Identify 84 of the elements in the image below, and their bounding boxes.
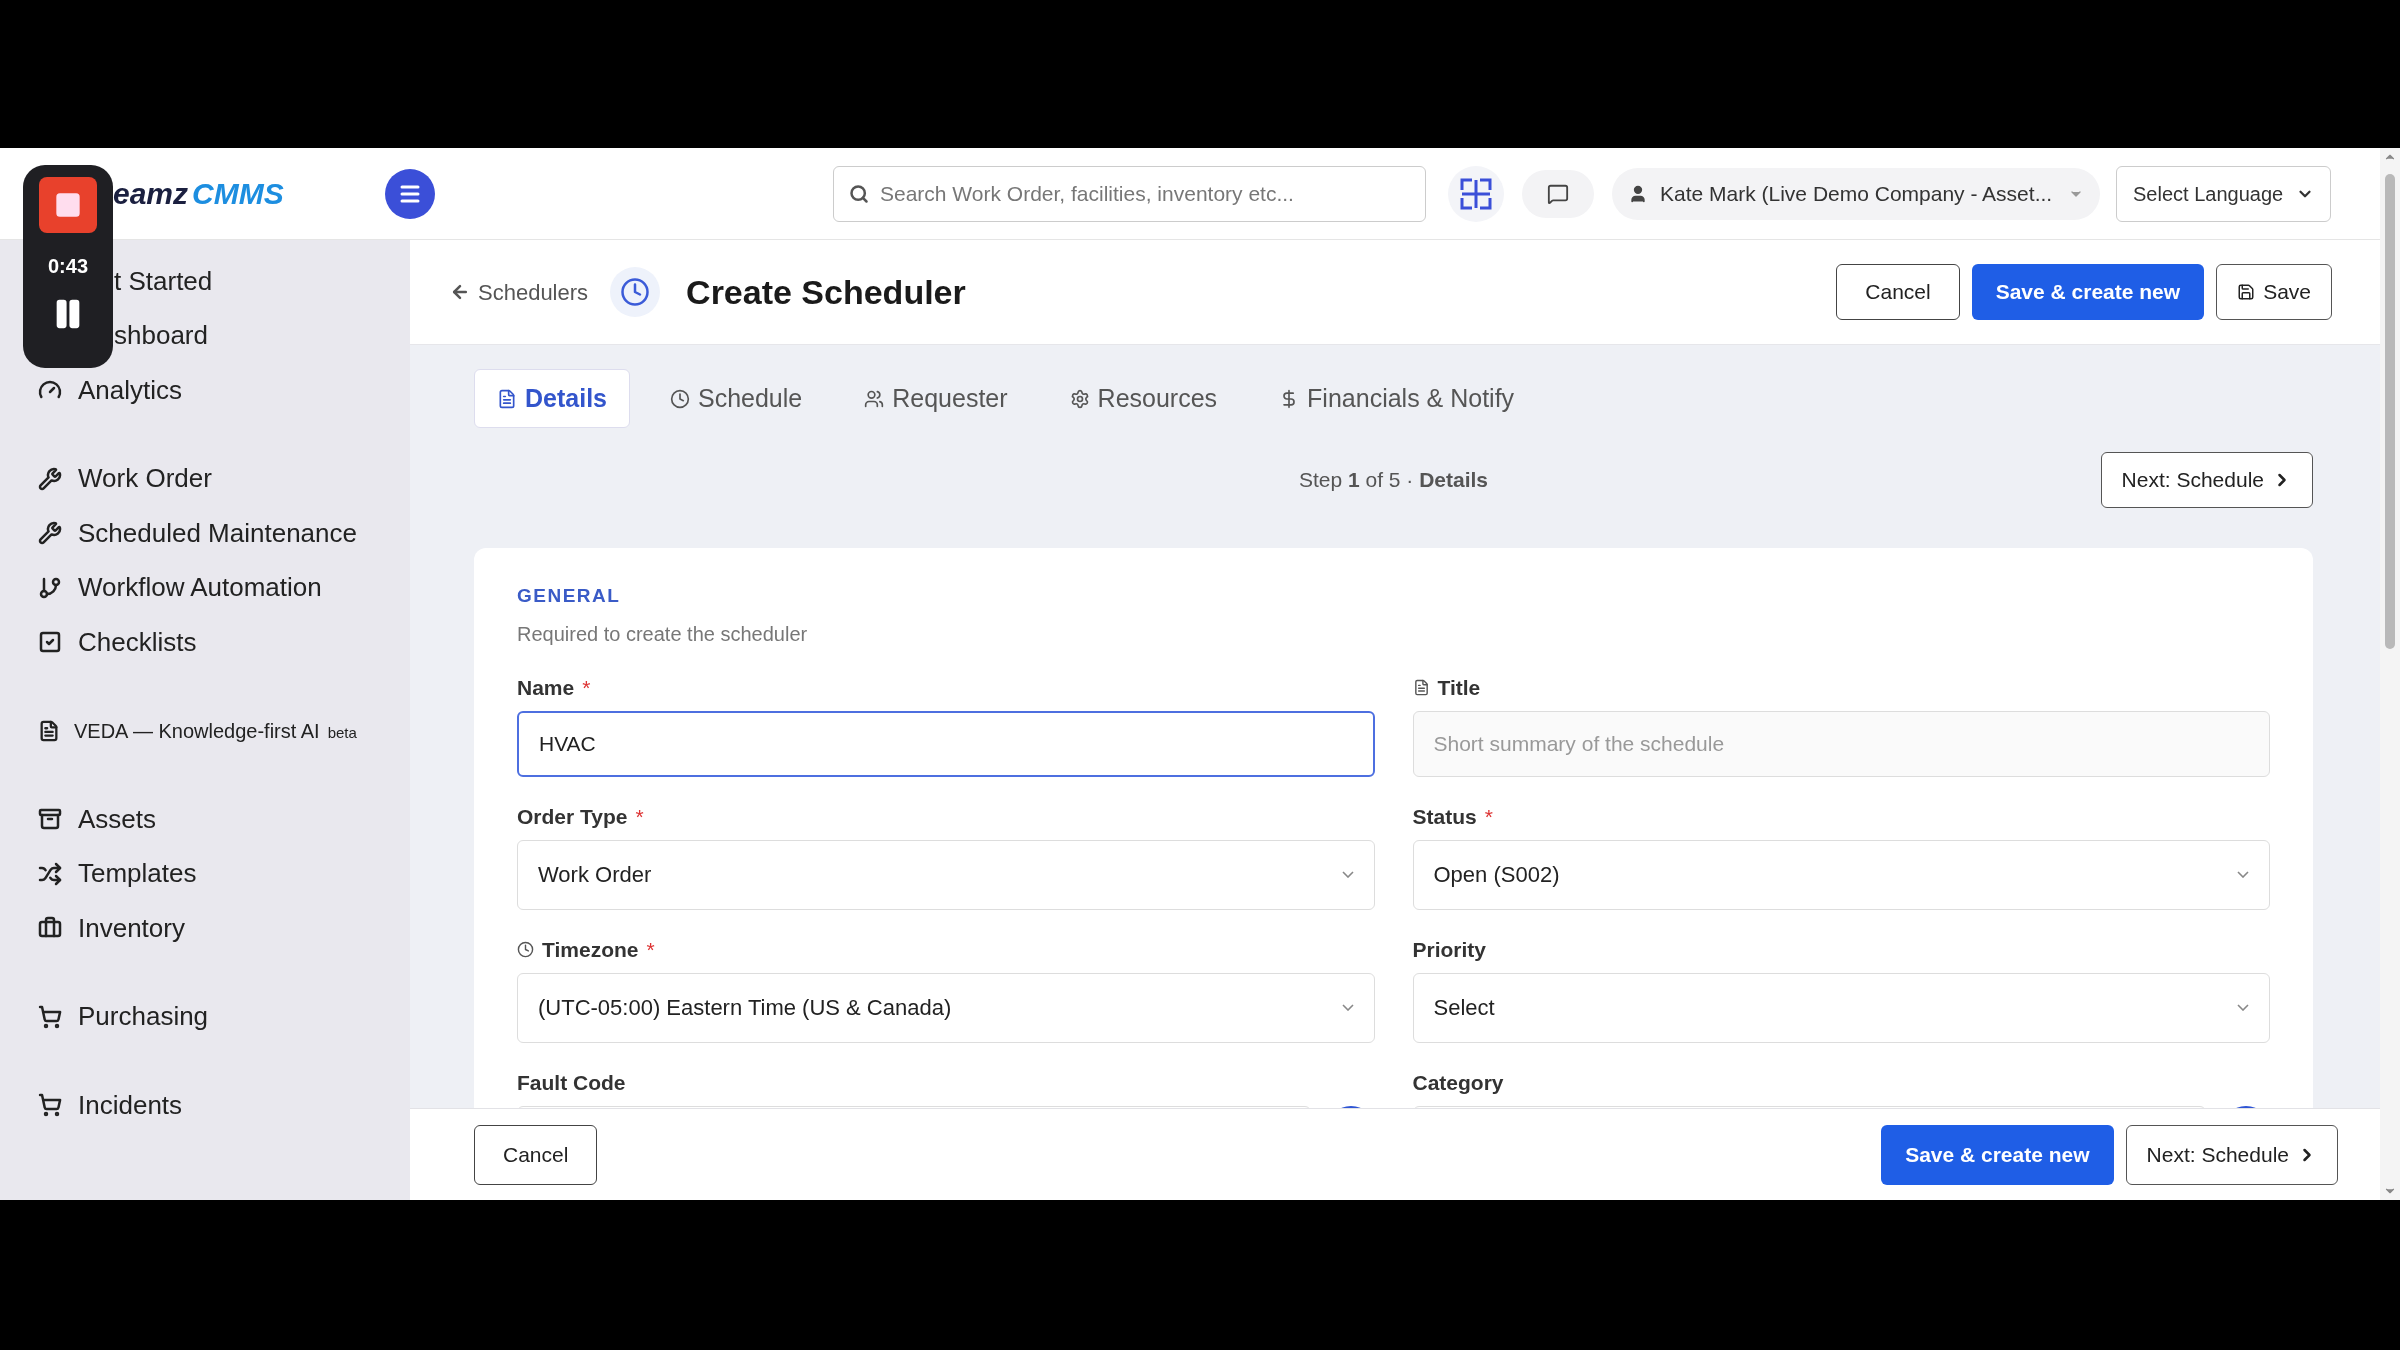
sidebar-item[interactable]: shboard [114, 316, 208, 356]
stop-icon [54, 191, 82, 219]
next-button[interactable]: Next: Schedule [2100, 452, 2313, 508]
save-and-new-button[interactable]: Save & create new [1881, 1124, 2114, 1185]
search-field[interactable]: Search Work Order, facilities, inventory etc... [833, 165, 1426, 222]
logo: eamzCMMS [113, 176, 284, 212]
sidebar-item[interactable]: Templates [0, 846, 410, 901]
text-field[interactable]: Short summary of the schedule [1412, 710, 2270, 777]
chevron-icon [2237, 1004, 2249, 1011]
wrench-icon [38, 466, 62, 491]
clock-icon [620, 277, 651, 307]
menu-button[interactable] [385, 168, 435, 219]
dropdown-field[interactable]: Work Order [517, 839, 1375, 910]
chat-button[interactable] [1522, 169, 1594, 218]
user-icon [1628, 183, 1648, 204]
dropdown-field[interactable]: (UTC-05:00) Eastern Time (US & Canada) [517, 972, 1375, 1043]
stop-button[interactable] [39, 177, 97, 233]
sidebar-item[interactable]: Inventory [0, 901, 410, 956]
section-subtitle: Required to create the scheduler [517, 621, 809, 647]
tab[interactable]: Details [474, 369, 630, 428]
dropdown-field[interactable]: Select [1412, 972, 2270, 1043]
back-link[interactable]: Schedulers [450, 275, 589, 309]
save-and-new-button[interactable]: Save & create new [1971, 264, 2205, 320]
required-mark: * [635, 803, 644, 830]
cancel-button[interactable]: Cancel [474, 1124, 598, 1185]
floppy-icon [2237, 283, 2256, 301]
scrollbar[interactable] [2380, 148, 2400, 1200]
sidebar-item[interactable]: Assets [0, 792, 410, 847]
scrollbar-thumb[interactable] [2385, 174, 2395, 649]
cancel-button[interactable]: Cancel [1836, 264, 1960, 320]
sidebar-item[interactable]: t Started [114, 261, 213, 301]
sidebar-item[interactable]: Analytics [0, 363, 410, 418]
chevron-icon [2237, 871, 2249, 878]
clock-icon [670, 388, 690, 409]
sidebar-item[interactable]: Incidents [0, 1078, 410, 1133]
sidebar-item[interactable]: Workflow Automation [0, 560, 410, 615]
branch-icon [38, 575, 62, 600]
document-icon [1412, 679, 1430, 696]
document-icon [497, 388, 517, 409]
users-icon [864, 388, 885, 409]
settings-icon [1069, 388, 1090, 409]
field-label: Timezone [542, 936, 639, 963]
sidebar-item[interactable]: Work Order [0, 451, 410, 506]
document-icon [38, 719, 60, 742]
field-label: Title [1437, 674, 1481, 701]
sidebar-item[interactable]: Purchasing [0, 989, 410, 1044]
clock-icon [517, 941, 534, 958]
dropdown-field[interactable]: Open (S002) [1412, 839, 2270, 910]
field-label: Status [1412, 803, 1477, 830]
chat-icon [1547, 182, 1569, 205]
sidebar-item[interactable]: Checklists [0, 615, 410, 670]
language-select[interactable]: Select Language [2116, 165, 2331, 222]
cart-icon [38, 1093, 62, 1118]
required-mark: * [582, 674, 591, 701]
tab[interactable]: Requester [842, 369, 1030, 428]
shuffle-icon [38, 861, 62, 886]
search-icon [849, 183, 869, 204]
chevron-icon [1341, 1004, 1354, 1011]
step-indicator: Step 1 of 5 · Details [1298, 467, 1489, 494]
section-heading: GENERAL [517, 584, 622, 608]
chevron-icon [1341, 871, 1354, 878]
required-mark: * [646, 936, 655, 963]
text-field[interactable]: HVAC [517, 710, 1375, 777]
wrench-icon [38, 521, 62, 546]
save-button[interactable]: Save [2216, 264, 2332, 320]
field-label: Order Type [517, 803, 628, 830]
field-label: Name [517, 674, 575, 701]
field-label: Fault Code [517, 1069, 626, 1096]
beta-label: beta [327, 722, 357, 743]
field-label: Priority [1412, 936, 1487, 963]
page-title: Create Scheduler [686, 271, 966, 313]
cart-icon [38, 1004, 62, 1029]
recording-time: 0:43 [48, 254, 88, 279]
required-mark: * [1484, 803, 1493, 830]
next-button[interactable]: Next: Schedule [2125, 1124, 2338, 1185]
tab[interactable]: Resources [1047, 369, 1240, 428]
tab[interactable]: Schedule [648, 369, 825, 428]
sidebar-item[interactable]: VEDA — Knowledge-first AI [74, 715, 320, 746]
field-label: Category [1412, 1069, 1504, 1096]
archive-icon [38, 807, 62, 832]
tab[interactable]: Financials & Notify [1257, 369, 1537, 428]
sidebar-item[interactable]: Scheduled Maintenance [0, 506, 410, 561]
checkbox-icon [38, 630, 62, 655]
user-menu[interactable]: Kate Mark (Live Demo Company - Asset... [1612, 167, 2100, 220]
